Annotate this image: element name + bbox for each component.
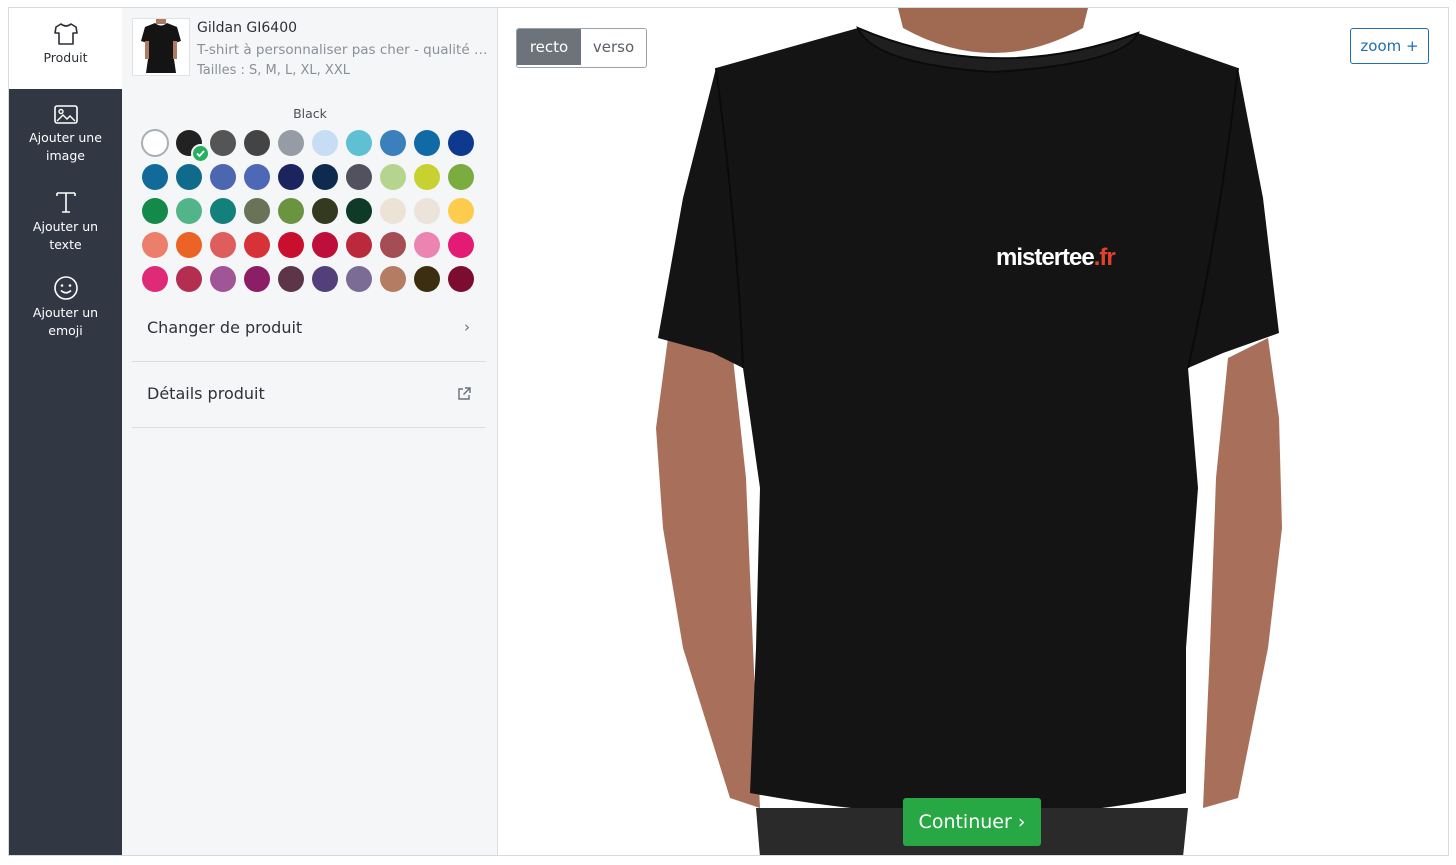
color-swatch[interactable] xyxy=(346,198,372,224)
rail-item-produit[interactable]: Produit xyxy=(9,8,122,89)
rail-label-add-image: Ajouter une image xyxy=(29,130,102,163)
tshirt-icon xyxy=(53,23,78,45)
selected-color-name: Black xyxy=(293,106,327,121)
color-swatch[interactable] xyxy=(278,266,304,292)
smiley-icon xyxy=(53,276,78,300)
designer-frame: Produit Ajouter une image Ajouter un tex… xyxy=(8,7,1449,856)
color-swatch[interactable] xyxy=(210,130,236,156)
color-swatch[interactable] xyxy=(448,164,474,190)
chevron-right-icon: › xyxy=(464,318,470,336)
design-stage: mistertee.fr recto verso zoom + Continue… xyxy=(498,8,1449,855)
color-swatch[interactable] xyxy=(448,232,474,258)
tshirt-preview-image[interactable]: mistertee.fr xyxy=(498,8,1449,855)
color-swatch[interactable] xyxy=(448,198,474,224)
color-swatch[interactable] xyxy=(176,266,202,292)
product-panel: Gildan GI6400 T-shirt à personnaliser pa… xyxy=(122,8,498,855)
color-swatch[interactable] xyxy=(414,198,440,224)
change-product-row[interactable]: Changer de produit › xyxy=(132,298,486,362)
product-description: T-shirt à personnaliser pas cher - quali… xyxy=(197,42,489,58)
color-swatch[interactable] xyxy=(312,198,338,224)
tshirt-thumbnail-image xyxy=(133,19,189,75)
external-link-icon xyxy=(458,387,471,400)
color-swatch[interactable] xyxy=(141,129,169,157)
color-swatch[interactable] xyxy=(176,164,202,190)
color-swatch[interactable] xyxy=(142,164,168,190)
color-swatch[interactable] xyxy=(380,130,406,156)
color-swatch[interactable] xyxy=(210,266,236,292)
color-swatch[interactable] xyxy=(176,232,202,258)
color-swatch[interactable] xyxy=(380,266,406,292)
color-swatch[interactable] xyxy=(210,198,236,224)
color-swatch[interactable] xyxy=(142,266,168,292)
color-swatch[interactable] xyxy=(278,164,304,190)
color-swatch[interactable] xyxy=(346,266,372,292)
product-sizes: Tailles : S, M, L, XL, XXL xyxy=(197,63,350,78)
change-product-label: Changer de produit xyxy=(147,318,303,337)
rail-item-add-image[interactable]: Ajouter une image xyxy=(9,104,122,165)
rail-item-add-text[interactable]: Ajouter un texte xyxy=(9,189,122,254)
color-swatch[interactable] xyxy=(312,130,338,156)
text-icon xyxy=(55,192,76,213)
rail-item-add-emoji[interactable]: Ajouter un emoji xyxy=(9,275,122,340)
continue-button[interactable]: Continuer › xyxy=(903,798,1041,846)
product-thumbnail[interactable] xyxy=(132,18,190,76)
color-swatch[interactable] xyxy=(244,198,270,224)
color-swatch[interactable] xyxy=(244,130,270,156)
color-swatch[interactable] xyxy=(312,232,338,258)
color-swatch[interactable] xyxy=(278,198,304,224)
product-name: Gildan GI6400 xyxy=(197,20,298,36)
product-details-label: Détails produit xyxy=(147,384,265,403)
color-swatch[interactable] xyxy=(414,232,440,258)
color-swatch[interactable] xyxy=(176,130,210,163)
color-swatch[interactable] xyxy=(312,164,338,190)
color-swatch[interactable] xyxy=(312,266,338,292)
tool-rail: Produit Ajouter une image Ajouter un tex… xyxy=(9,8,122,855)
color-swatch[interactable] xyxy=(380,164,406,190)
zoom-button[interactable]: zoom + xyxy=(1350,28,1429,64)
side-toggle: recto verso xyxy=(516,28,647,68)
color-swatch[interactable] xyxy=(448,266,474,292)
color-swatch[interactable] xyxy=(176,198,202,224)
color-swatch[interactable] xyxy=(244,164,270,190)
color-swatch[interactable] xyxy=(278,130,304,156)
color-swatch[interactable] xyxy=(210,164,236,190)
color-swatch[interactable] xyxy=(346,130,372,156)
selected-check-icon xyxy=(191,144,210,163)
color-swatch[interactable] xyxy=(244,266,270,292)
image-icon xyxy=(53,105,78,124)
recto-button[interactable]: recto xyxy=(517,29,581,65)
color-swatch[interactable] xyxy=(244,232,270,258)
logo-mistertee: mistertee.fr xyxy=(996,244,1115,271)
verso-button[interactable]: verso xyxy=(581,29,646,65)
color-swatch[interactable] xyxy=(414,266,440,292)
rail-label-add-emoji: Ajouter un emoji xyxy=(32,305,99,338)
color-swatch[interactable] xyxy=(210,232,236,258)
rail-label-add-text: Ajouter un texte xyxy=(32,219,99,252)
color-swatch[interactable] xyxy=(142,232,168,258)
color-swatch[interactable] xyxy=(346,164,372,190)
color-swatch[interactable] xyxy=(448,130,474,156)
color-swatch[interactable] xyxy=(414,130,440,156)
color-swatch[interactable] xyxy=(346,232,372,258)
color-swatch[interactable] xyxy=(142,198,168,224)
color-swatch[interactable] xyxy=(414,164,440,190)
color-swatch[interactable] xyxy=(278,232,304,258)
color-swatch[interactable] xyxy=(380,232,406,258)
color-swatch[interactable] xyxy=(380,198,406,224)
product-details-row[interactable]: Détails produit xyxy=(132,364,486,428)
rail-label-produit: Produit xyxy=(43,50,88,65)
